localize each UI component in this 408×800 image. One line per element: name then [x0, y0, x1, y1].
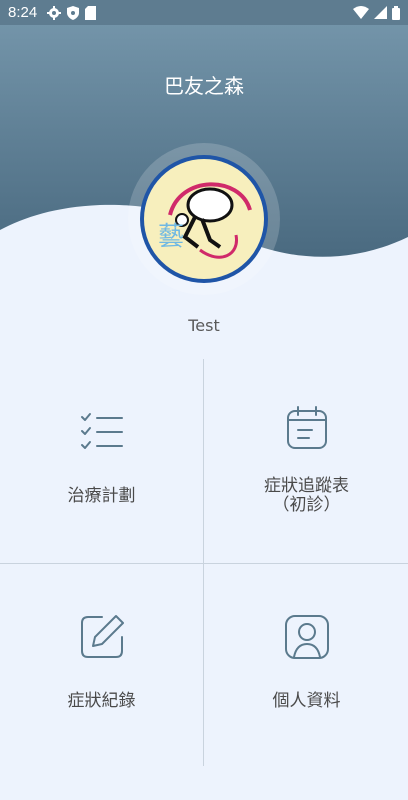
shield-icon — [67, 5, 80, 20]
menu-label: 治療計劃 — [67, 486, 136, 506]
menu-treatment-plan[interactable]: 治療計劃 — [0, 359, 203, 563]
wifi-icon — [353, 6, 369, 19]
avatar-logo-text: 藝 — [158, 222, 184, 252]
battery-icon — [392, 5, 400, 20]
edit-icon — [80, 615, 124, 658]
menu-symptom-record[interactable]: 症狀紀錄 — [0, 564, 203, 768]
menu-symptom-tracker[interactable]: 症狀追蹤表 （初診） — [205, 359, 408, 563]
menu-label: 症狀紀錄 — [67, 691, 136, 711]
menu-label: 症狀追蹤表 — [264, 476, 349, 496]
menu-personal-info[interactable]: 個人資料 — [205, 564, 408, 768]
menu-grid: 治療計劃 症狀追蹤表 （初診） 症狀紀錄 個人資料 — [0, 359, 408, 766]
username: Test — [188, 316, 220, 335]
sd-card-icon — [85, 5, 97, 20]
status-time: 8:24 — [8, 4, 38, 21]
avatar[interactable]: 藝 — [140, 155, 268, 283]
menu-sublabel: （初診） — [272, 495, 341, 515]
status-bar: 8:24 — [0, 0, 408, 25]
app-title: 巴友之森 — [164, 74, 244, 98]
cell-signal-icon — [374, 6, 387, 19]
menu-label: 個人資料 — [272, 691, 341, 711]
calendar-icon — [286, 406, 327, 449]
checklist-icon — [80, 413, 123, 449]
profile-icon — [284, 615, 329, 659]
avatar-logo-icon: 藝 — [144, 159, 264, 279]
gear-icon — [47, 5, 62, 20]
